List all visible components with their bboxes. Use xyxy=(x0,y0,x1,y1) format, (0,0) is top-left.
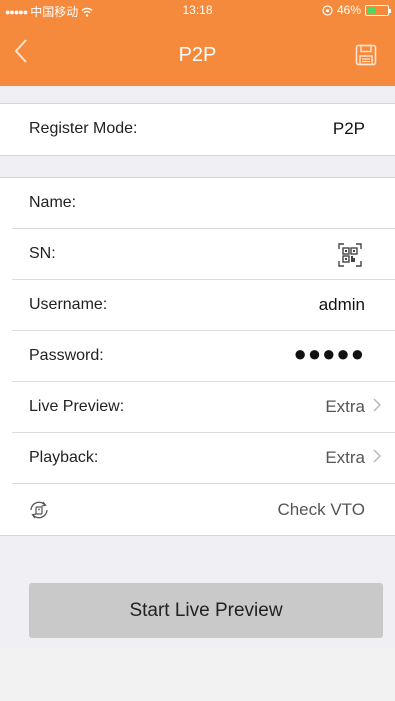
playback-row[interactable]: Playback: Extra xyxy=(12,433,395,484)
username-label: Username: xyxy=(29,296,108,313)
playback-label: Playback: xyxy=(29,449,99,466)
username-row[interactable]: Username: admin xyxy=(12,280,395,331)
live-preview-label: Live Preview: xyxy=(29,398,125,415)
live-preview-value: Extra xyxy=(325,397,365,416)
chevron-right-icon xyxy=(373,449,382,468)
status-right: 46% xyxy=(322,3,391,17)
register-mode-group: Register Mode: P2P xyxy=(0,103,395,156)
check-vto-label: Check VTO xyxy=(277,500,365,519)
start-live-preview-button[interactable]: Start Live Preview xyxy=(29,583,383,638)
username-value[interactable]: admin xyxy=(319,295,365,315)
sn-row[interactable]: SN: xyxy=(12,229,395,280)
sn-label: SN: xyxy=(29,245,56,262)
qr-scan-icon[interactable] xyxy=(337,242,363,268)
password-row[interactable]: Password: ●●●●● xyxy=(12,331,395,382)
page-title: P2P xyxy=(178,44,217,66)
name-label: Name: xyxy=(29,194,77,211)
password-label: Password: xyxy=(29,347,104,364)
footer-area xyxy=(0,648,395,701)
register-mode-label: Register Mode: xyxy=(29,120,138,137)
check-vto-row[interactable]: Check VTO xyxy=(12,484,395,535)
battery-percent: 46% xyxy=(336,3,361,17)
live-preview-row[interactable]: Live Preview: Extra xyxy=(12,382,395,433)
floppy-save-icon[interactable] xyxy=(355,44,377,66)
vto-refresh-icon xyxy=(30,501,48,519)
register-mode-row[interactable]: Register Mode: P2P xyxy=(0,104,395,155)
playback-value: Extra xyxy=(325,448,365,467)
device-form-group: Name: SN: Username: admin Password: ●●●●… xyxy=(0,177,395,536)
status-bar: ●●●●● 中国移动 13:18 46% xyxy=(0,0,395,20)
name-row[interactable]: Name: xyxy=(12,178,395,229)
password-value[interactable]: ●●●●● xyxy=(294,341,365,367)
nav-bar: P2P xyxy=(0,20,395,86)
battery-fill xyxy=(367,6,376,14)
register-mode-value: P2P xyxy=(332,119,365,138)
chevron-right-icon xyxy=(373,398,382,417)
orientation-lock-icon xyxy=(322,4,333,16)
battery-icon xyxy=(365,4,391,16)
